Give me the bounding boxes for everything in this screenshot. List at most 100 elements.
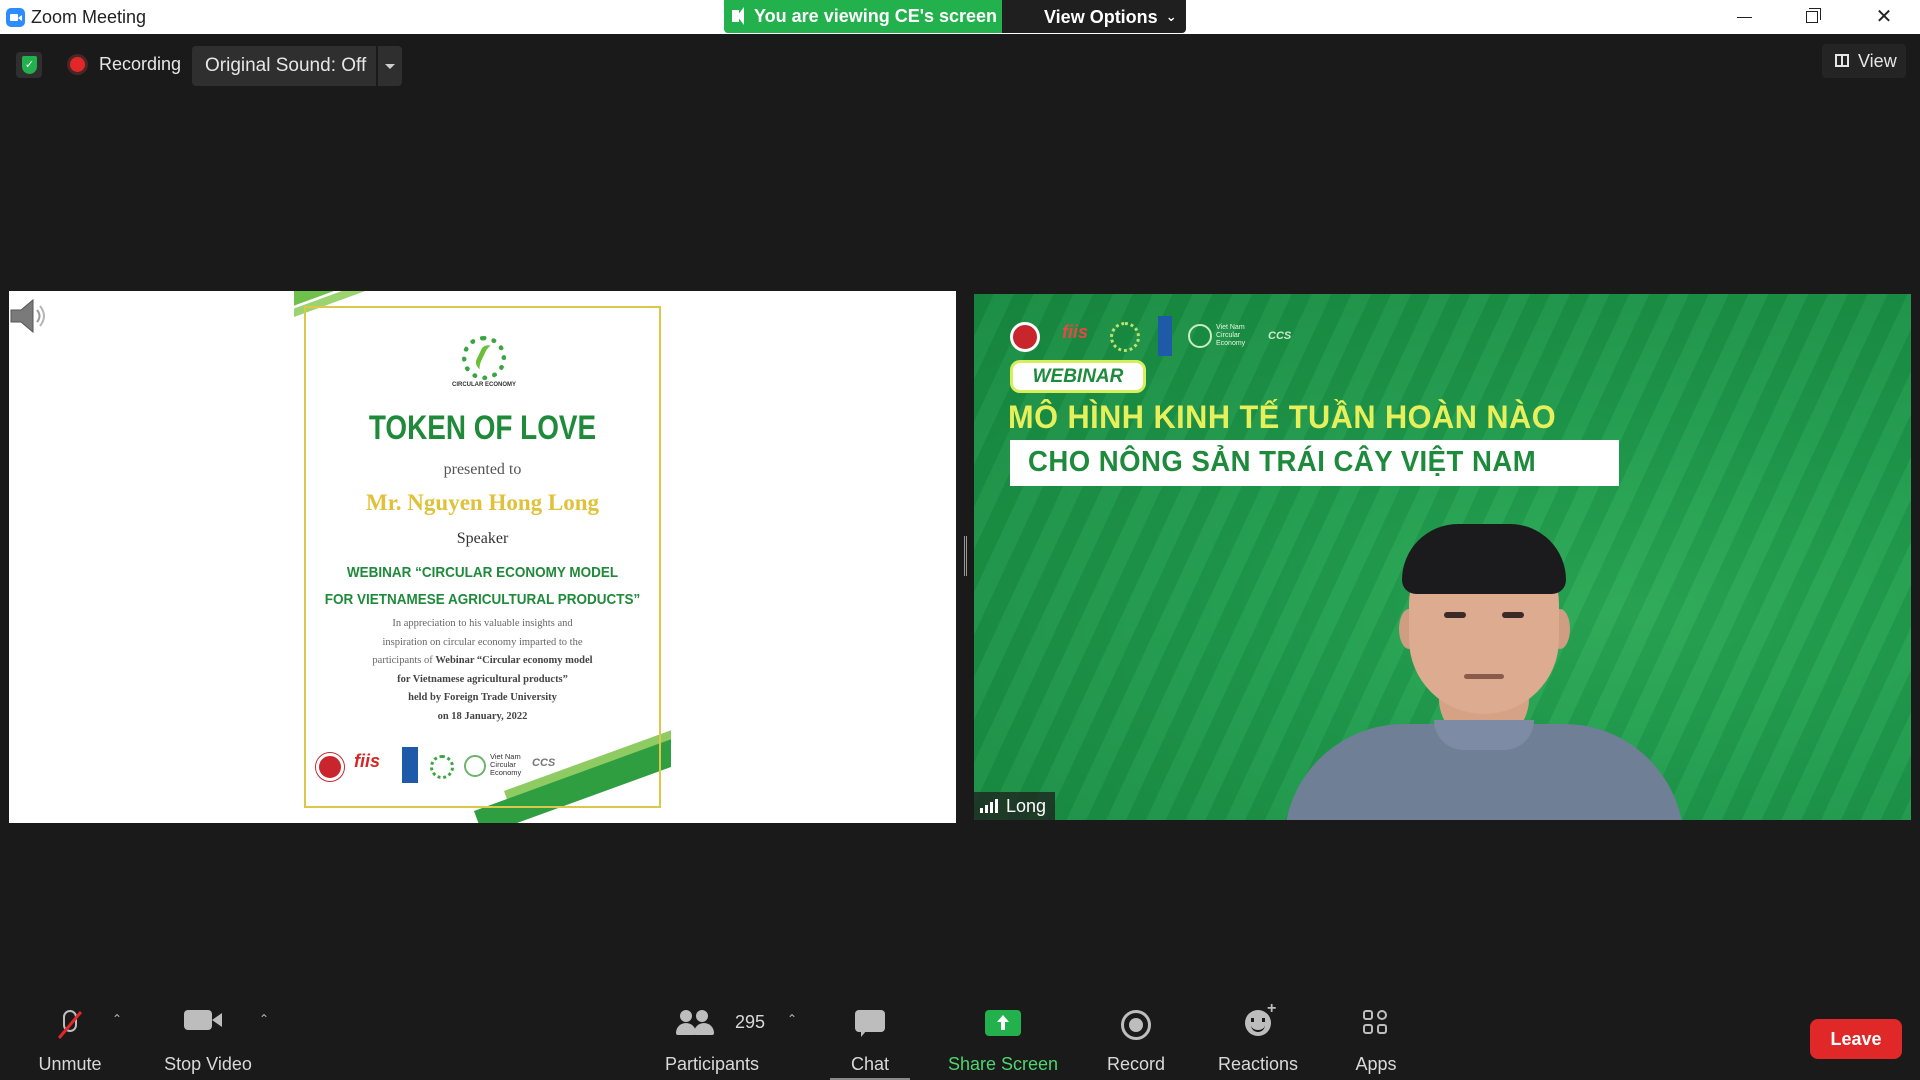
apps-label: Apps — [1355, 1054, 1397, 1074]
body-line: on 18 January, 2022 — [437, 710, 528, 722]
undp-logo-icon — [1158, 316, 1172, 356]
certificate-title: TOKEN OF LOVE — [368, 409, 597, 447]
vnce-logo-icon — [1188, 324, 1212, 348]
close-button[interactable]: ✕ — [1850, 0, 1918, 34]
body-line: inspiration on circular economy imparted… — [382, 636, 583, 648]
person-eye — [1502, 612, 1524, 618]
body-text: participants of — [372, 655, 436, 666]
window-title: Zoom Meeting — [31, 7, 147, 27]
circular-economy-mark-icon — [462, 336, 506, 380]
vnce-logo-icon — [464, 755, 486, 777]
participants-icon — [676, 1010, 714, 1036]
logo-caption: CIRCULAR ECONOMY — [452, 382, 516, 388]
original-sound-button[interactable]: Original Sound: Off — [192, 46, 376, 86]
record-icon — [1121, 1010, 1151, 1040]
certificate-body: In appreciation to his valuable insights… — [334, 615, 631, 726]
chat-label: Chat — [850, 1054, 890, 1074]
window-titlebar: Zoom Meeting You are viewing CE's screen… — [0, 0, 1920, 34]
partner-logos: fiis Viet Nam Circular Economy CCS — [314, 747, 654, 787]
ftu-logo-icon — [316, 753, 344, 781]
share-screen-label: Share Screen — [947, 1054, 1059, 1074]
chat-button[interactable]: Chat — [830, 996, 910, 1080]
video-options-caret[interactable]: ⌃ — [256, 1012, 272, 1028]
original-sound-dropdown-button[interactable] — [378, 46, 402, 86]
participants-options-caret[interactable]: ⌃ — [784, 1012, 800, 1028]
grid-view-icon — [1835, 54, 1849, 67]
signal-strength-icon — [980, 799, 1000, 813]
recipient-role: Speaker — [456, 530, 509, 547]
apps-icon — [1363, 1010, 1389, 1036]
stop-video-label: Stop Video — [164, 1054, 252, 1074]
close-icon: ✕ — [1875, 6, 1893, 28]
minimize-button[interactable] — [1710, 0, 1778, 34]
background-subheadline: CHO NÔNG SẢN TRÁI CÂY VIỆT NAM — [1028, 446, 1537, 478]
reactions-label: Reactions — [1217, 1054, 1299, 1074]
share-screen-icon — [985, 1010, 1021, 1036]
person-mouth — [1464, 674, 1504, 679]
certificate: CIRCULAR ECONOMY TOKEN OF LOVE presented… — [294, 291, 671, 823]
circular-economy-logo-icon — [1110, 322, 1140, 352]
unmute-button[interactable]: Unmute — [28, 996, 112, 1080]
body-bold-text: Webinar “Circular economy model — [435, 655, 593, 666]
restore-icon — [1806, 11, 1818, 23]
unmute-label: Unmute — [38, 1054, 102, 1074]
record-button[interactable]: Record — [1096, 996, 1176, 1080]
stop-video-button[interactable]: Stop Video — [160, 996, 256, 1080]
person-collar — [1434, 720, 1534, 750]
shield-check-icon: ✓ — [22, 56, 37, 74]
security-shield-button[interactable]: ✓ — [16, 52, 42, 78]
vnce-logo-text: Viet Nam Circular Economy — [490, 752, 522, 777]
undp-logo-icon — [402, 747, 418, 783]
background-headline: MÔ HÌNH KINH TẾ TUẦN HOÀN NÀO — [1008, 399, 1557, 435]
view-label: View — [1858, 51, 1897, 71]
recording-label: Recording — [99, 54, 182, 74]
split-divider-handle[interactable] — [964, 536, 967, 576]
person-hair — [1402, 524, 1566, 594]
chat-icon — [855, 1010, 885, 1037]
ccs-logo: CCS — [1268, 330, 1292, 342]
webinar-title-line: FOR VIETNAMESE AGRICULTURAL PRODUCTS” — [324, 591, 641, 608]
viewing-banner-text: You are viewing CE's screen — [754, 6, 998, 26]
minimize-icon — [1737, 17, 1752, 18]
viewing-screen-banner: You are viewing CE's screen — [724, 0, 1002, 33]
vnce-logo-text: Viet Nam Circular Economy — [1216, 324, 1246, 347]
zoom-app-icon — [6, 8, 25, 27]
recipient-name: Mr. Nguyen Hong Long — [365, 490, 600, 515]
circular-economy-logo-icon — [430, 755, 454, 779]
reactions-button[interactable]: + Reactions — [1212, 996, 1304, 1080]
body-line: for Vietnamese agricultural products” — [397, 673, 568, 685]
speaker-volume-icon — [10, 298, 45, 334]
person-eye — [1444, 612, 1466, 618]
webinar-badge: WEBINAR — [1010, 360, 1146, 393]
record-label: Record — [1106, 1054, 1166, 1074]
participant-video-tile[interactable]: fiis Viet Nam Circular Economy CCS WEBIN… — [974, 294, 1911, 820]
fiis-logo: fiis — [354, 751, 381, 771]
body-line: In appreciation to his valuable insights… — [392, 618, 573, 629]
video-icon-wrap — [184, 1010, 222, 1032]
view-options-button[interactable]: View Options ⌄ — [1002, 0, 1186, 33]
view-button[interactable]: View — [1822, 44, 1906, 78]
fiis-logo: fiis — [1062, 322, 1089, 342]
participants-button[interactable]: 295 Participants — [660, 996, 766, 1080]
apps-button[interactable]: Apps — [1340, 996, 1412, 1080]
leave-button[interactable]: Leave — [1810, 1019, 1902, 1059]
participants-label: Participants — [664, 1054, 760, 1074]
participant-name: Long — [1006, 796, 1047, 816]
ftu-logo-icon — [1010, 322, 1040, 352]
participants-count: 295 — [735, 1012, 766, 1032]
share-screen-button[interactable]: Share Screen — [944, 996, 1062, 1080]
webinar-title-line: WEBINAR “CIRCULAR ECONOMY MODEL — [346, 564, 619, 581]
video-camera-icon — [184, 1010, 222, 1030]
reactions-smiley-icon: + — [1245, 1000, 1276, 1036]
restore-button[interactable] — [1778, 0, 1846, 34]
audio-options-caret[interactable]: ⌃ — [109, 1012, 125, 1028]
body-line: participants of Webinar “Circular econom… — [334, 652, 631, 671]
meeting-toolbar: Unmute ⌃ Stop Video ⌃ 295 Participants ⌃… — [0, 996, 1920, 1080]
ccs-logo: CCS — [532, 757, 556, 769]
background-subheadline-box: CHO NÔNG SẢN TRÁI CÂY VIỆT NAM — [1010, 440, 1619, 486]
body-line: held by Foreign Trade University — [408, 692, 557, 703]
participant-person — [1284, 524, 1684, 820]
background-logos: fiis Viet Nam Circular Economy CCS — [1010, 316, 1330, 356]
participant-name-tag: Long — [974, 792, 1056, 820]
circular-economy-logo: CIRCULAR ECONOMY — [449, 336, 519, 391]
